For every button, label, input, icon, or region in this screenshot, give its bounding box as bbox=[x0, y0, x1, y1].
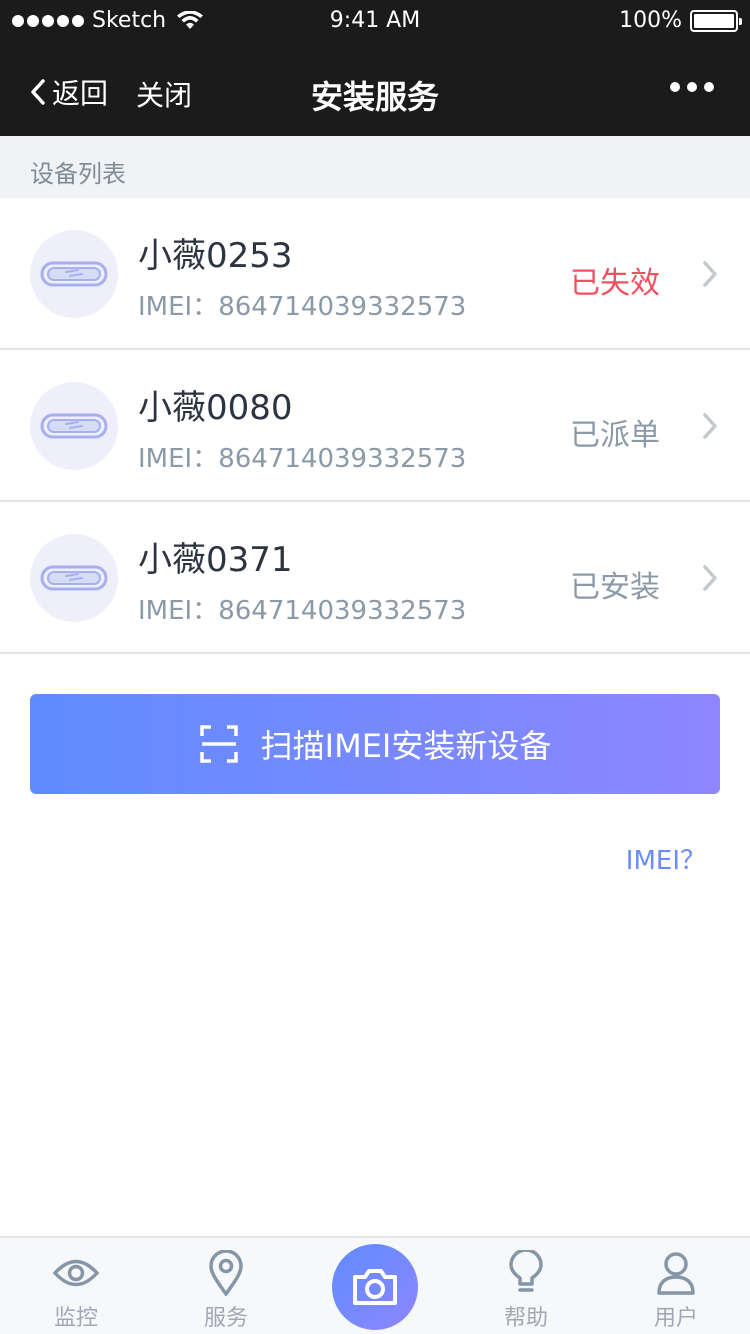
device-imei: IMEI：864714039332573 bbox=[138, 596, 467, 626]
location-pin-icon bbox=[209, 1250, 243, 1296]
imei-help-link[interactable]: IMEI？ bbox=[626, 840, 706, 877]
tab-label: 服务 bbox=[203, 1306, 248, 1331]
tab-user[interactable]: 用户 bbox=[616, 1248, 736, 1332]
status-badge: 已失效 bbox=[570, 266, 660, 301]
page-title: 安装服务 bbox=[310, 78, 439, 116]
tab-label: 监控 bbox=[53, 1306, 98, 1331]
battery-icon bbox=[690, 9, 742, 32]
device-name: 小薇0080 bbox=[138, 388, 293, 428]
device-name: 小薇0253 bbox=[138, 236, 293, 276]
tab-label: 帮助 bbox=[503, 1306, 548, 1331]
nav-bar: 返回 关闭 安装服务 bbox=[0, 44, 750, 136]
tab-monitor[interactable]: 监控 bbox=[16, 1248, 136, 1332]
status-right: 100% bbox=[619, 8, 742, 33]
chevron-right-icon bbox=[703, 565, 717, 591]
tab-camera[interactable] bbox=[332, 1244, 418, 1330]
scan-imei-button[interactable]: 扫描IMEI安装新设备 bbox=[30, 694, 720, 794]
section-header: 设备列表 bbox=[0, 136, 750, 198]
status-badge: 已派单 bbox=[570, 418, 660, 453]
tab-help[interactable]: 帮助 bbox=[466, 1248, 586, 1332]
tab-service[interactable]: 服务 bbox=[166, 1248, 286, 1332]
status-bar: Sketch 9:41 AM 100% bbox=[0, 0, 750, 44]
device-icon bbox=[30, 230, 118, 318]
list-item-device[interactable]: 小薇0080 IMEI：864714039332573 已派单 bbox=[0, 350, 750, 502]
user-icon bbox=[657, 1252, 695, 1295]
camera-icon bbox=[353, 1269, 397, 1305]
status-badge: 已安装 bbox=[570, 570, 660, 605]
device-name: 小薇0371 bbox=[138, 540, 293, 580]
device-icon bbox=[30, 534, 118, 622]
chevron-right-icon bbox=[703, 261, 717, 287]
top-header: Sketch 9:41 AM 100% 返回 关闭 安装服务 bbox=[0, 0, 750, 136]
chevron-right-icon bbox=[703, 413, 717, 439]
tab-label: 用户 bbox=[653, 1306, 698, 1331]
device-icon bbox=[30, 382, 118, 470]
battery-percent: 100% bbox=[619, 8, 682, 33]
more-button[interactable] bbox=[670, 82, 714, 92]
list-item-device[interactable]: 小薇0253 IMEI：864714039332573 已失效 bbox=[0, 198, 750, 350]
device-list: 小薇0253 IMEI：864714039332573 已失效 小薇0080 I… bbox=[0, 198, 750, 654]
scan-button-label: 扫描IMEI安装新设备 bbox=[260, 727, 552, 765]
scan-icon bbox=[199, 725, 238, 763]
lightbulb-icon bbox=[509, 1250, 543, 1292]
device-imei: IMEI：864714039332573 bbox=[138, 292, 467, 322]
tab-bar: 监控 服务 帮助 用户 bbox=[0, 1236, 750, 1334]
list-item-device[interactable]: 小薇0371 IMEI：864714039332573 已安装 bbox=[0, 502, 750, 654]
eye-icon bbox=[53, 1259, 99, 1287]
device-imei: IMEI：864714039332573 bbox=[138, 444, 467, 474]
more-icon bbox=[670, 82, 680, 92]
